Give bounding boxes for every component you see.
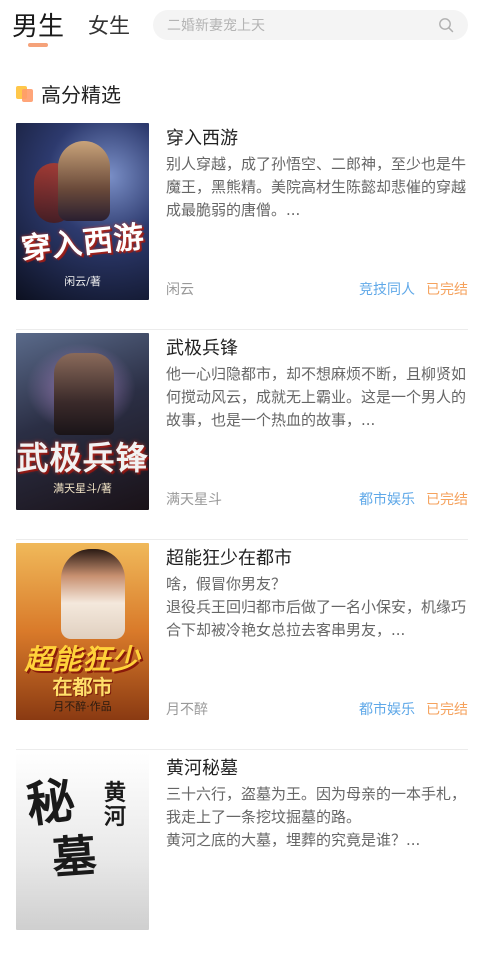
book-cover[interactable]: 穿入西游 闲云/著 xyxy=(16,123,149,300)
cover-author: 满天星斗/著 xyxy=(53,482,112,495)
cover-title: 武极兵锋 xyxy=(16,439,149,477)
book-item[interactable]: 秘 黄河 墓 黄河秘墓 三十六行，盗墓为王。因为母亲的一本手札，我走上了一条挖坟… xyxy=(0,750,478,960)
book-description: 他一心归隐都市，却不想麻烦不断，且柳贤如何搅动风云，成就无上霸业。这是一个男人的… xyxy=(166,365,467,429)
cover-author: 闲云/著 xyxy=(64,275,101,288)
search-icon[interactable] xyxy=(438,17,454,33)
cover-subtitle: 黄河 xyxy=(104,780,127,830)
book-title[interactable]: 武极兵锋 xyxy=(166,334,238,360)
book-category[interactable]: 都市娱乐 xyxy=(359,699,415,719)
book-title[interactable]: 穿入西游 xyxy=(166,124,238,150)
book-title[interactable]: 黄河秘墓 xyxy=(166,754,238,780)
book-description: 啥，假冒你男友？ 退役兵王回归都市后做了一名小保安，机缘巧合下却被冷艳女总拉去客… xyxy=(166,575,467,639)
book-item[interactable]: 武极兵锋 满天星斗/著 武极兵锋 他一心归隐都市，却不想麻烦不断，且柳贤如何搅动… xyxy=(0,330,478,540)
section-icon xyxy=(16,84,36,102)
book-category[interactable]: 都市娱乐 xyxy=(359,489,415,509)
book-cover[interactable]: 武极兵锋 满天星斗/著 xyxy=(16,333,149,510)
search-input[interactable]: 二婚新妻宠上天 xyxy=(153,10,468,40)
book-cover[interactable]: 超能狂少 在都市 月不醉·作品 xyxy=(16,543,149,720)
book-title[interactable]: 超能狂少在都市 xyxy=(166,544,292,570)
book-list: 穿入西游 闲云/著 穿入西游 别人穿越，成了孙悟空、二郎神，至少也是牛魔王，黑熊… xyxy=(0,120,478,960)
cover-title-second: 墓 xyxy=(50,830,99,885)
book-description: 别人穿越，成了孙悟空、二郎神，至少也是牛魔王，黑熊精。美院高材生陈懿却悲催的穿越… xyxy=(166,155,467,219)
top-bar: 男生 女生 二婚新妻宠上天 xyxy=(0,0,478,60)
search-placeholder: 二婚新妻宠上天 xyxy=(167,18,265,34)
cover-author: 月不醉·作品 xyxy=(53,700,112,713)
cover-subtitle: 在都市 xyxy=(52,675,113,699)
book-author: 月不醉 xyxy=(166,702,208,718)
book-item[interactable]: 穿入西游 闲云/著 穿入西游 别人穿越，成了孙悟空、二郎神，至少也是牛魔王，黑熊… xyxy=(0,120,478,330)
section-header: 高分精选 xyxy=(16,80,121,107)
book-status: 已完结 xyxy=(426,282,468,298)
active-tab-indicator xyxy=(28,43,48,47)
book-status: 已完结 xyxy=(426,702,468,718)
tab-male[interactable]: 男生 xyxy=(12,6,64,43)
book-category[interactable]: 竞技同人 xyxy=(359,279,415,299)
cover-title: 穿入西游 xyxy=(19,219,147,268)
book-status: 已完结 xyxy=(426,492,468,508)
book-author: 闲云 xyxy=(166,282,194,298)
book-description: 三十六行，盗墓为王。因为母亲的一本手札，我走上了一条挖坟掘墓的路。 黄河之底的大… xyxy=(166,785,467,849)
book-item[interactable]: 超能狂少 在都市 月不醉·作品 超能狂少在都市 啥，假冒你男友？ 退役兵王回归都… xyxy=(0,540,478,750)
tab-female[interactable]: 女生 xyxy=(88,10,130,40)
book-cover[interactable]: 秘 黄河 墓 xyxy=(16,753,149,930)
book-author: 满天星斗 xyxy=(166,492,222,508)
section-title: 高分精选 xyxy=(41,82,121,107)
